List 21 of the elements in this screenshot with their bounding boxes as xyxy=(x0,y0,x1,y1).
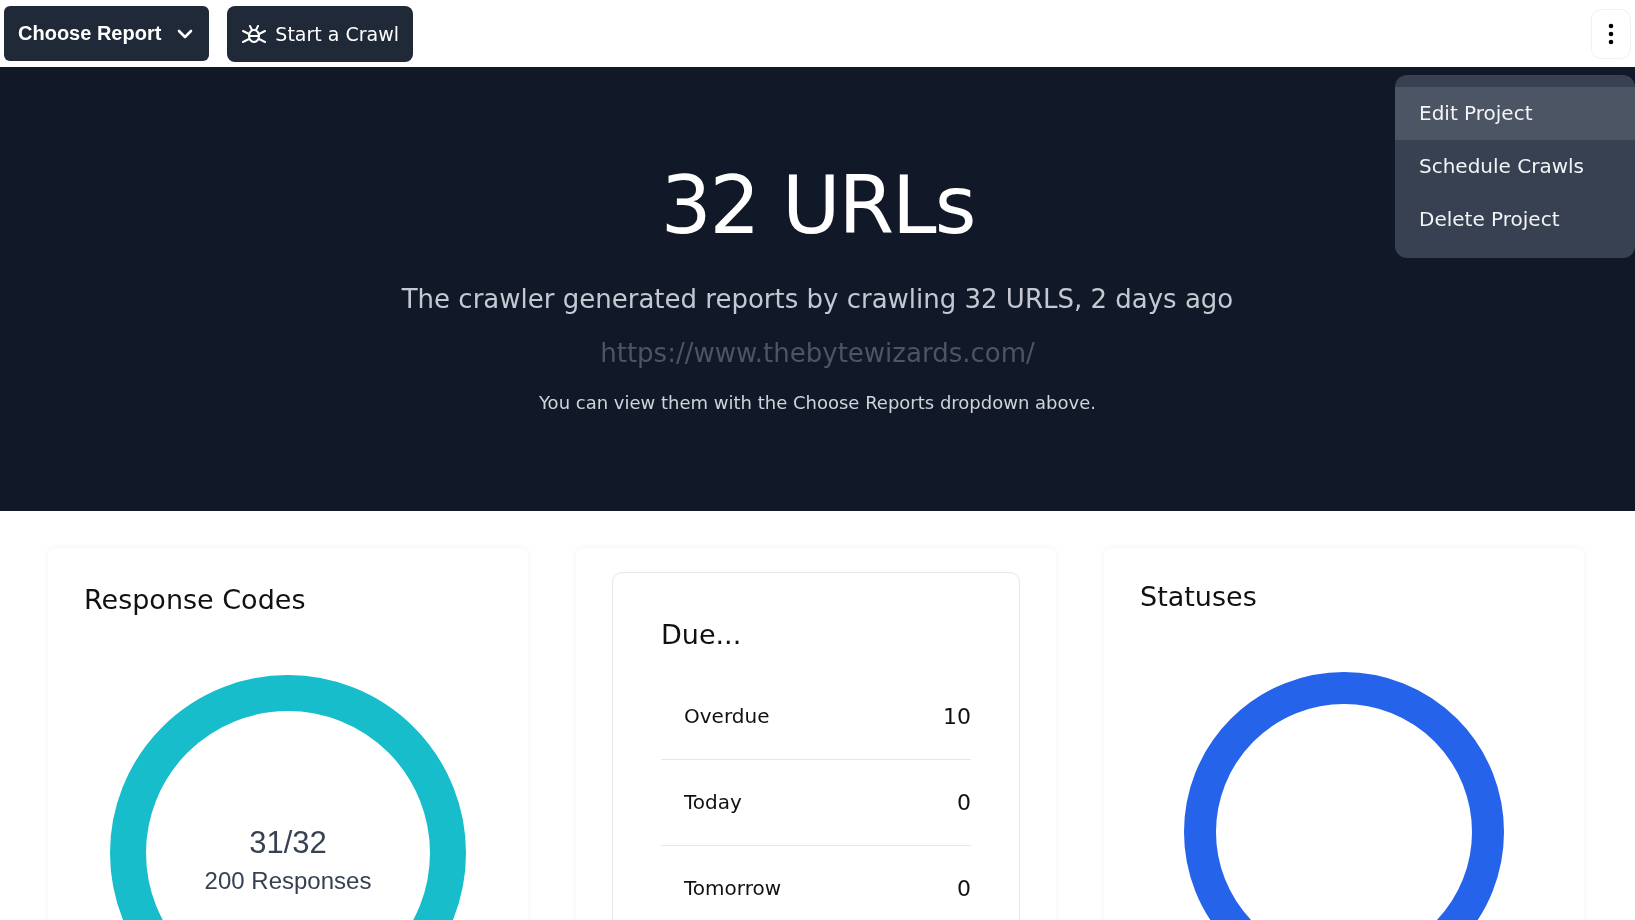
help-text: You can view them with the Choose Reports dropdown above. xyxy=(539,392,1096,413)
menu-item[interactable]: Edit Project xyxy=(1395,87,1635,140)
due-label: Tomorrow xyxy=(684,876,782,901)
choose-report-button[interactable]: Choose Report xyxy=(4,6,210,61)
response-ratio: 31/32 xyxy=(248,825,328,861)
url-count-heading: 32 URLs xyxy=(660,159,975,252)
due-label: Overdue xyxy=(684,704,770,729)
card-title: Statuses xyxy=(1140,581,1258,612)
due-label: Today xyxy=(684,790,742,815)
due-count: 10 xyxy=(943,704,971,729)
menu-item[interactable]: Delete Project xyxy=(1395,193,1635,246)
card-title: Due... xyxy=(661,619,743,650)
response-caption: 200 Responses xyxy=(203,867,373,895)
menu-item[interactable]: Schedule Crawls xyxy=(1395,140,1635,193)
more-options-button[interactable] xyxy=(1591,8,1631,59)
more-vertical-icon xyxy=(1608,22,1614,45)
card-title: Response Codes xyxy=(84,584,307,615)
crawl-summary: The crawler generated reports by crawling 32 URLS, 2 days ago xyxy=(401,284,1234,314)
due-count: 0 xyxy=(957,876,971,901)
due-count: 0 xyxy=(957,790,971,815)
start-crawl-button[interactable]: Start a Crawl xyxy=(227,5,414,62)
